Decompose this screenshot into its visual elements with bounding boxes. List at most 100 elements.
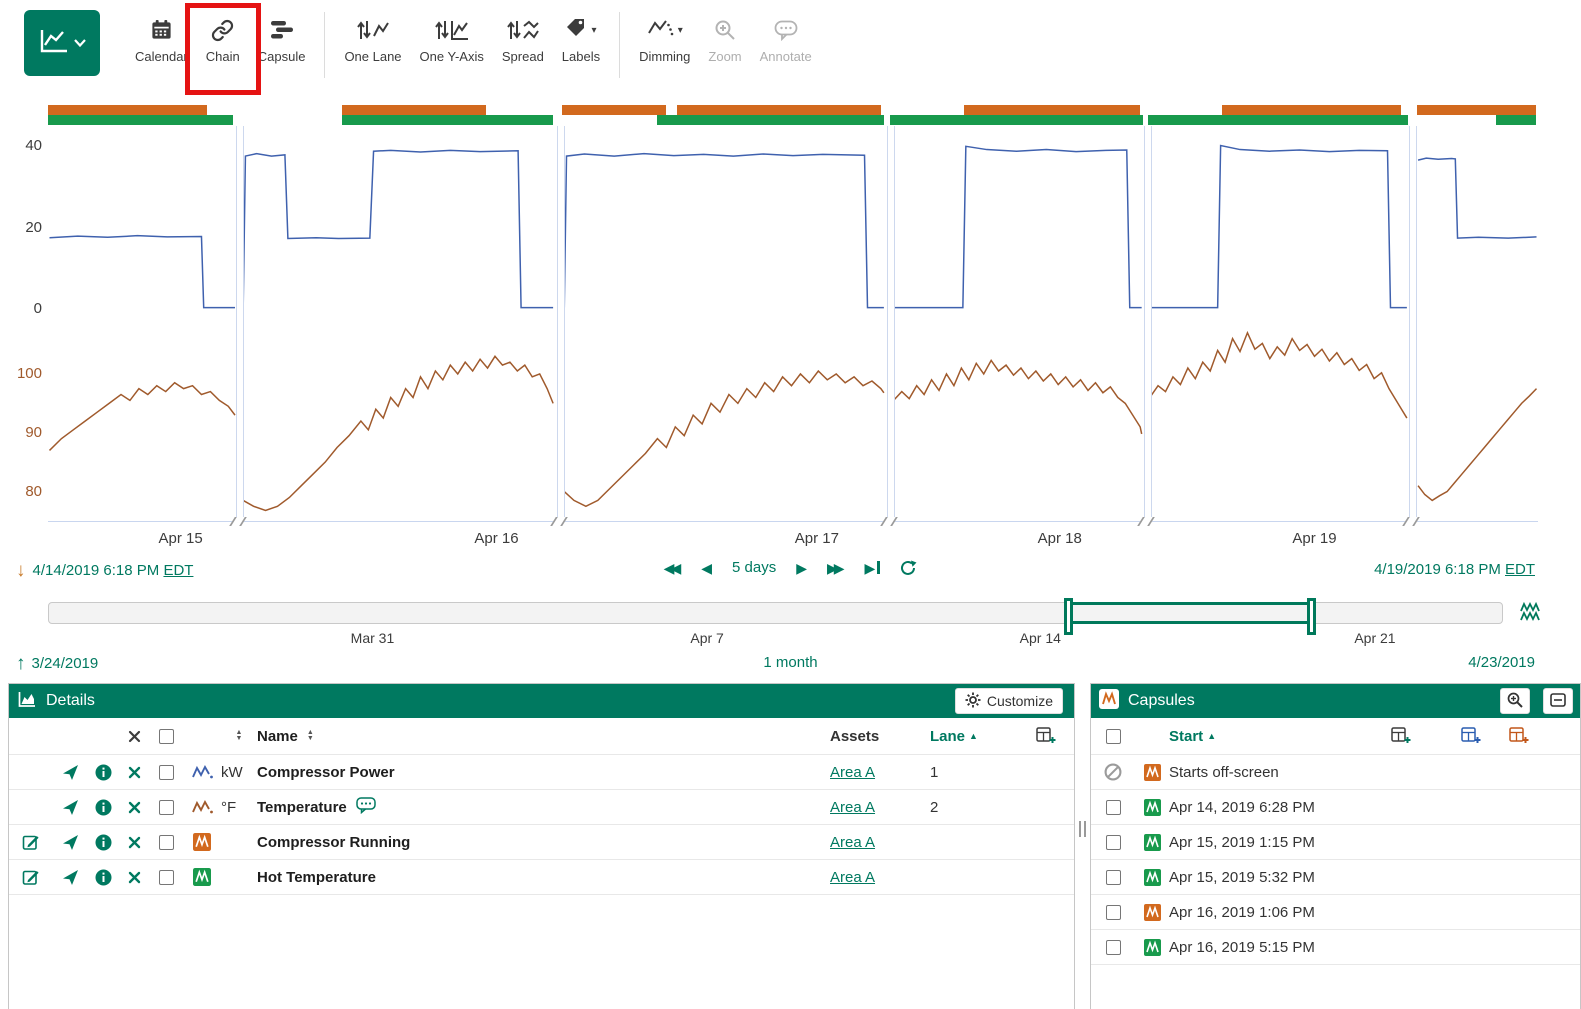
info-icon[interactable] — [87, 869, 119, 886]
column-header-assets[interactable]: Assets — [830, 728, 930, 745]
panel-resize-divider[interactable] — [1075, 683, 1090, 1009]
row-checkbox[interactable] — [1106, 870, 1121, 885]
column-header-lane[interactable]: Lane▲ — [930, 728, 1018, 745]
investigate-range-duration[interactable]: 1 month — [0, 654, 1581, 671]
row-checkbox[interactable] — [1106, 835, 1121, 850]
toolbar-labels-button[interactable]: ▾ Labels — [553, 10, 609, 82]
remove-icon[interactable] — [119, 871, 149, 884]
sort-icon[interactable]: ▲▼ — [236, 730, 243, 742]
step-forward-fast-button[interactable]: ▶▶ — [827, 561, 845, 575]
row-checkbox[interactable] — [159, 765, 174, 780]
rocket-icon[interactable] — [53, 764, 87, 781]
unit-label: kW — [221, 764, 257, 781]
display-range-selection[interactable] — [1068, 602, 1312, 624]
remove-icon[interactable] — [119, 766, 149, 779]
step-back-fast-button[interactable]: ◀◀ — [664, 561, 682, 575]
asset-link[interactable]: Area A — [830, 834, 875, 851]
capsule-row[interactable]: Apr 15, 2019 5:32 PM — [1091, 860, 1580, 895]
info-icon[interactable] — [87, 834, 119, 851]
capsule-bar-green[interactable] — [48, 115, 233, 125]
customize-button[interactable]: Customize — [955, 688, 1063, 714]
edit-icon[interactable] — [9, 868, 53, 886]
capsule-bar-green[interactable] — [890, 115, 1143, 125]
capsule-bar-orange[interactable] — [677, 105, 881, 115]
column-header-name[interactable]: Name — [257, 728, 298, 745]
trend-chart[interactable]: 40200 1009080 Apr 15Apr 16Apr 17Apr 18Ap… — [48, 105, 1538, 552]
add-column-icon[interactable] — [1018, 727, 1074, 745]
rocket-icon[interactable] — [53, 834, 87, 851]
toolbar-one-lane-button[interactable]: One Lane — [335, 10, 410, 82]
capsule-bar-green[interactable] — [342, 115, 554, 125]
toolbar-calendar-button[interactable]: Calendar — [126, 10, 197, 82]
row-checkbox[interactable] — [1106, 800, 1121, 815]
asset-link[interactable]: Area A — [830, 799, 875, 816]
capsule-bar-orange[interactable] — [562, 105, 666, 115]
capsule-bar-green[interactable] — [657, 115, 883, 125]
remove-all-icon[interactable] — [119, 730, 149, 743]
add-column-icon[interactable] — [1391, 727, 1411, 749]
details-row-hot-temperature[interactable]: Hot Temperature Area A — [9, 860, 1074, 895]
duration-label[interactable]: 5 days — [732, 559, 776, 576]
overview-track[interactable] — [48, 602, 1503, 624]
capsule-bar-orange[interactable] — [964, 105, 1140, 115]
capsule-bar-orange[interactable] — [1417, 105, 1536, 115]
capsule-start: Starts off-screen — [1169, 764, 1580, 781]
capsule-bar-green[interactable] — [1148, 115, 1409, 125]
details-row-compressor-running[interactable]: Compressor Running Area A — [9, 825, 1074, 860]
asset-link[interactable]: Area A — [830, 764, 875, 781]
row-checkbox[interactable] — [159, 800, 174, 815]
condition-icon — [183, 833, 221, 851]
edit-icon[interactable] — [9, 833, 53, 851]
details-row-compressor-power[interactable]: kW Compressor Power Area A 1 — [9, 755, 1074, 790]
remove-icon[interactable] — [119, 801, 149, 814]
capsule-row[interactable]: Apr 14, 2019 6:28 PM — [1091, 790, 1580, 825]
rocket-icon[interactable] — [53, 799, 87, 816]
select-all-checkbox[interactable] — [159, 729, 174, 744]
capsule-bar-green[interactable] — [1496, 115, 1536, 125]
select-all-capsules-checkbox[interactable] — [1106, 729, 1121, 744]
column-header-start[interactable]: Start — [1169, 728, 1203, 745]
remove-icon[interactable] — [119, 836, 149, 849]
row-checkbox[interactable] — [1106, 905, 1121, 920]
capsule-row[interactable]: Apr 16, 2019 5:15 PM — [1091, 930, 1580, 965]
step-back-button[interactable]: ◀ — [701, 561, 712, 575]
timezone-link[interactable]: EDT — [1505, 561, 1535, 578]
capsule-bar-orange[interactable] — [48, 105, 207, 115]
capsule-start: Apr 15, 2019 1:15 PM — [1169, 834, 1580, 851]
capsule-bar-orange[interactable] — [1222, 105, 1401, 115]
rocket-icon[interactable] — [53, 869, 87, 886]
lane-compressor-power[interactable]: 40200 — [48, 126, 1538, 321]
add-condition-column-icon[interactable] — [1509, 727, 1529, 749]
step-to-end-button[interactable]: ▶ — [865, 561, 881, 575]
lane-temperature[interactable]: 1009080 — [48, 321, 1538, 522]
capsule-overview-icon[interactable] — [1519, 602, 1543, 627]
capsule-row[interactable]: Apr 15, 2019 1:15 PM — [1091, 825, 1580, 860]
display-range-end[interactable]: 4/19/2019 6:18 PM EDT — [1374, 561, 1535, 578]
toolbar-spread-button[interactable]: Spread — [493, 10, 553, 82]
investigate-range-end[interactable]: 4/23/2019 — [1468, 654, 1535, 671]
trend-view-button[interactable] — [24, 10, 100, 76]
toolbar-capsule-button[interactable]: Capsule — [249, 10, 315, 82]
asset-link[interactable]: Area A — [830, 869, 875, 886]
one-y-axis-icon — [434, 14, 470, 46]
condition-icon — [1135, 869, 1169, 886]
sort-icon[interactable]: ▲▼ — [307, 730, 314, 742]
row-checkbox[interactable] — [1106, 940, 1121, 955]
info-icon[interactable] — [87, 764, 119, 781]
capsules-zoom-button[interactable] — [1500, 688, 1530, 714]
info-icon[interactable] — [87, 799, 119, 816]
row-checkbox[interactable] — [159, 870, 174, 885]
row-checkbox[interactable] — [159, 835, 174, 850]
details-row-temperature[interactable]: °F Temperature Area A 2 — [9, 790, 1074, 825]
toolbar-chain-button[interactable]: Chain — [197, 10, 249, 82]
collapse-panel-button[interactable] — [1543, 688, 1573, 714]
toolbar-one-y-axis-button[interactable]: One Y-Axis — [411, 10, 493, 82]
capsule-row[interactable]: Apr 16, 2019 1:06 PM — [1091, 895, 1580, 930]
add-signal-column-icon[interactable] — [1461, 727, 1481, 749]
capsule-row[interactable]: Starts off-screen — [1091, 755, 1580, 790]
step-forward-button[interactable]: ▶ — [796, 561, 807, 575]
toolbar-dimming-button[interactable]: ▾ Dimming — [630, 10, 699, 82]
refresh-icon[interactable] — [900, 560, 917, 576]
capsule-bar-orange[interactable] — [342, 105, 487, 115]
annotation-icon[interactable] — [356, 797, 377, 818]
